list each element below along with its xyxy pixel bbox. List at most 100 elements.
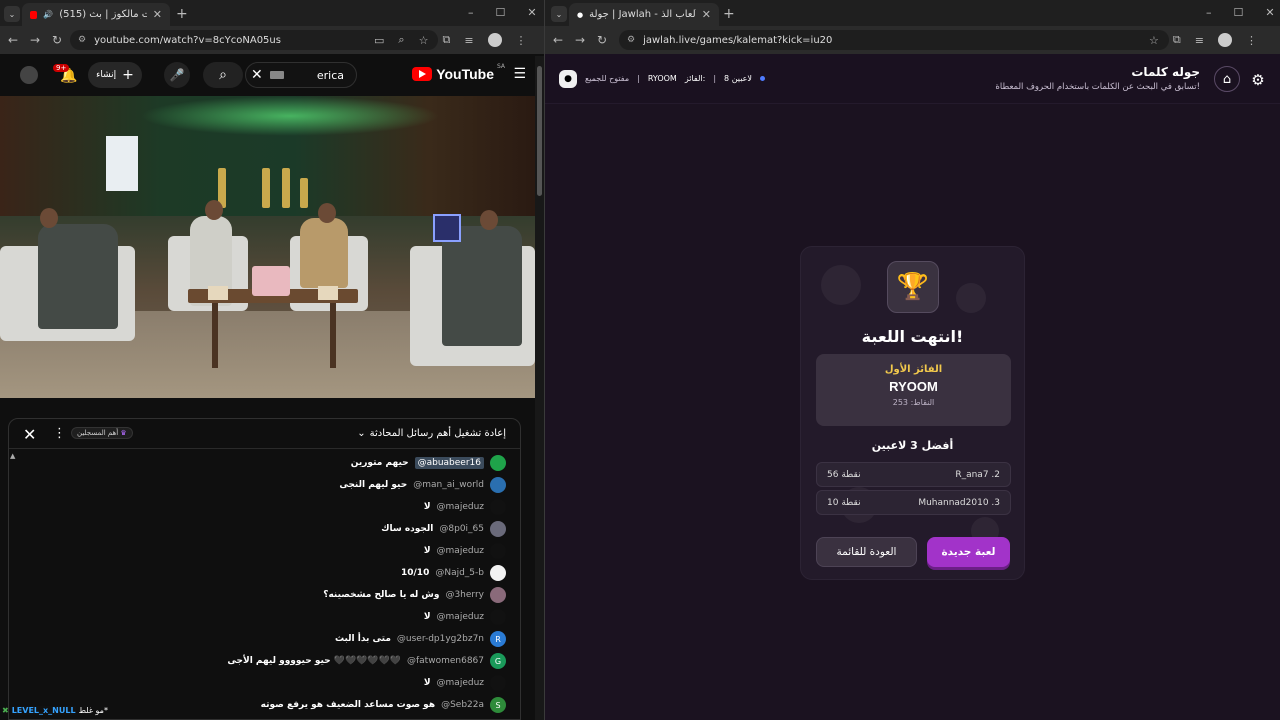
reload-icon[interactable]: ↻ [46, 33, 68, 47]
video-player[interactable] [0, 96, 535, 398]
create-label: إنشاء [96, 70, 117, 80]
chat-author[interactable]: @majeduz [437, 678, 484, 688]
chevron-down-icon: ⌄ [357, 428, 366, 439]
tissue-box [208, 286, 228, 300]
tab-title: (515) بودكاست مالكوز | بث [59, 9, 147, 20]
tab-search-button[interactable]: ⌄ [4, 6, 20, 22]
new-tab-button[interactable]: + [723, 6, 735, 22]
tissue-box [318, 286, 338, 300]
forward-icon[interactable]: → [24, 33, 46, 47]
hamburger-menu-icon[interactable]: ☰ [513, 66, 526, 82]
close-window-icon[interactable]: ✕ [527, 6, 536, 19]
browser-menu-icon[interactable]: ⋮ [1246, 34, 1257, 47]
avatar[interactable] [490, 675, 506, 691]
forward-icon[interactable]: → [569, 33, 591, 47]
bookmark-star-icon[interactable]: ☆ [1149, 34, 1159, 47]
search-button[interactable]: ⌕ [203, 62, 243, 88]
members-tag[interactable]: أهم المسجلين ♛ [71, 427, 133, 439]
player-row: 56 نقطة R_ana7 .2 [816, 462, 1011, 487]
avatar[interactable] [490, 587, 506, 603]
back-to-list-button[interactable]: العودة للقائمة [816, 537, 917, 567]
chat-message: 10/10 @Najd_5-b [401, 565, 506, 581]
minimize-icon[interactable]: – [1206, 6, 1212, 19]
avatar[interactable]: R [490, 631, 506, 647]
avatar[interactable] [490, 477, 506, 493]
clear-search-icon[interactable]: ✕ [251, 67, 263, 83]
cast-icon[interactable]: ▭ [374, 34, 384, 47]
chat-author[interactable]: @8p0i_65 [439, 524, 484, 534]
avatar[interactable] [20, 66, 38, 84]
avatar[interactable] [490, 455, 506, 471]
new-tab-button[interactable]: + [176, 6, 188, 22]
new-game-button[interactable]: لعبة جديدة [927, 537, 1010, 567]
chat-author[interactable]: @Seb22a [441, 700, 484, 710]
chat-author[interactable]: @majeduz [437, 612, 484, 622]
chat-author[interactable]: @Najd_5-b [435, 568, 484, 578]
close-icon[interactable]: ✕ [23, 425, 36, 444]
chat-author[interactable]: @majeduz [437, 546, 484, 556]
address-bar[interactable]: ⚙ jawlah.live/games/kalemat?kick=iu20 [619, 30, 1169, 50]
tab-search-button[interactable]: ⌄ [551, 6, 567, 22]
keyboard-icon[interactable] [270, 71, 284, 79]
browser-menu-icon[interactable]: ⋮ [516, 34, 527, 47]
site-info-icon[interactable]: ⚙ [627, 35, 635, 45]
profile-avatar[interactable] [487, 33, 502, 47]
media-icon[interactable]: ≡ [1195, 34, 1204, 47]
scrollbar-thumb[interactable] [537, 66, 542, 196]
avatar[interactable] [490, 565, 506, 581]
chat-bubble-icon[interactable]: ● [559, 70, 577, 88]
gear-icon[interactable]: ⚙ [1246, 68, 1270, 92]
avatar[interactable] [490, 609, 506, 625]
more-options-icon[interactable]: ⋮ [53, 426, 66, 441]
media-icon[interactable]: ≡ [464, 34, 473, 47]
chat-author[interactable]: @abuabeer16 [414, 457, 484, 469]
close-tab-icon[interactable]: ✕ [702, 8, 711, 21]
game-over-title: انتهت اللعبة! [861, 327, 964, 346]
open-label: مفتوح للجميع [585, 74, 630, 83]
profile-avatar[interactable] [1217, 33, 1232, 47]
tab-jawlah[interactable]: ● جولة | Jawlah - منصة الألعاب الذ ✕ [569, 3, 719, 26]
chat-author[interactable]: @3herry [445, 590, 484, 600]
chat-author[interactable]: @user-dp1yg2bz7n [397, 634, 484, 644]
extensions-icon[interactable]: ⧉ [1173, 33, 1181, 47]
chat-mode-dropdown[interactable]: ⌄ إعادة تشغيل أهم رسائل المحادثة [357, 428, 506, 439]
chat-author[interactable]: @man_ai_world [413, 480, 484, 490]
game-title: جوله كلمات [1131, 65, 1200, 79]
window-controls: – ☐ ✕ [1206, 6, 1275, 19]
close-tab-icon[interactable]: ✕ [153, 8, 162, 21]
maximize-icon[interactable]: ☐ [496, 6, 506, 19]
maximize-icon[interactable]: ☐ [1234, 6, 1244, 19]
plus-icon: + [122, 67, 134, 83]
create-button[interactable]: إنشاء + [88, 62, 142, 88]
chat-message-text: لا [423, 612, 431, 622]
top-players-title: أفضل 3 لاعبين [871, 439, 954, 452]
chat-author[interactable]: @majeduz [437, 502, 484, 512]
minimize-icon[interactable]: – [468, 6, 474, 19]
avatar[interactable]: G [490, 653, 506, 669]
extensions-icon[interactable]: ⧉ [442, 33, 450, 47]
tab-youtube[interactable]: 🔊 (515) بودكاست مالكوز | بث ✕ [22, 3, 170, 26]
mic-icon[interactable]: 🎤 [164, 62, 190, 88]
avatar[interactable]: S [490, 697, 506, 713]
chat-author[interactable]: @fatwomen6867 [407, 656, 484, 666]
avatar[interactable] [490, 543, 506, 559]
address-tools: ▭ ⌕ ☆ ⧉ ≡ ⋮ [374, 33, 527, 47]
tab-title: جولة | Jawlah - منصة الألعاب الذ [589, 9, 696, 20]
bookmark-star-icon[interactable]: ☆ [419, 34, 429, 47]
home-icon[interactable]: ⌂ [1214, 66, 1240, 92]
page-scrollbar[interactable] [535, 56, 544, 720]
site-info-icon[interactable]: ⚙ [78, 35, 86, 45]
avatar[interactable] [490, 521, 506, 537]
search-icon: ⌕ [219, 67, 227, 83]
first-place-label: الفائز الأول [884, 364, 943, 375]
close-window-icon[interactable]: ✕ [1265, 6, 1274, 19]
back-icon[interactable]: ← [547, 33, 569, 47]
back-icon[interactable]: ← [2, 33, 24, 47]
reload-icon[interactable]: ↻ [591, 33, 613, 47]
scroll-up-arrow[interactable]: ▲ [10, 452, 15, 460]
youtube-logo[interactable]: YouTube [412, 66, 494, 82]
avatar[interactable] [490, 499, 506, 515]
host-figure [38, 224, 118, 329]
chat-message-text: 10/10 [401, 568, 430, 578]
zoom-icon[interactable]: ⌕ [398, 33, 404, 47]
